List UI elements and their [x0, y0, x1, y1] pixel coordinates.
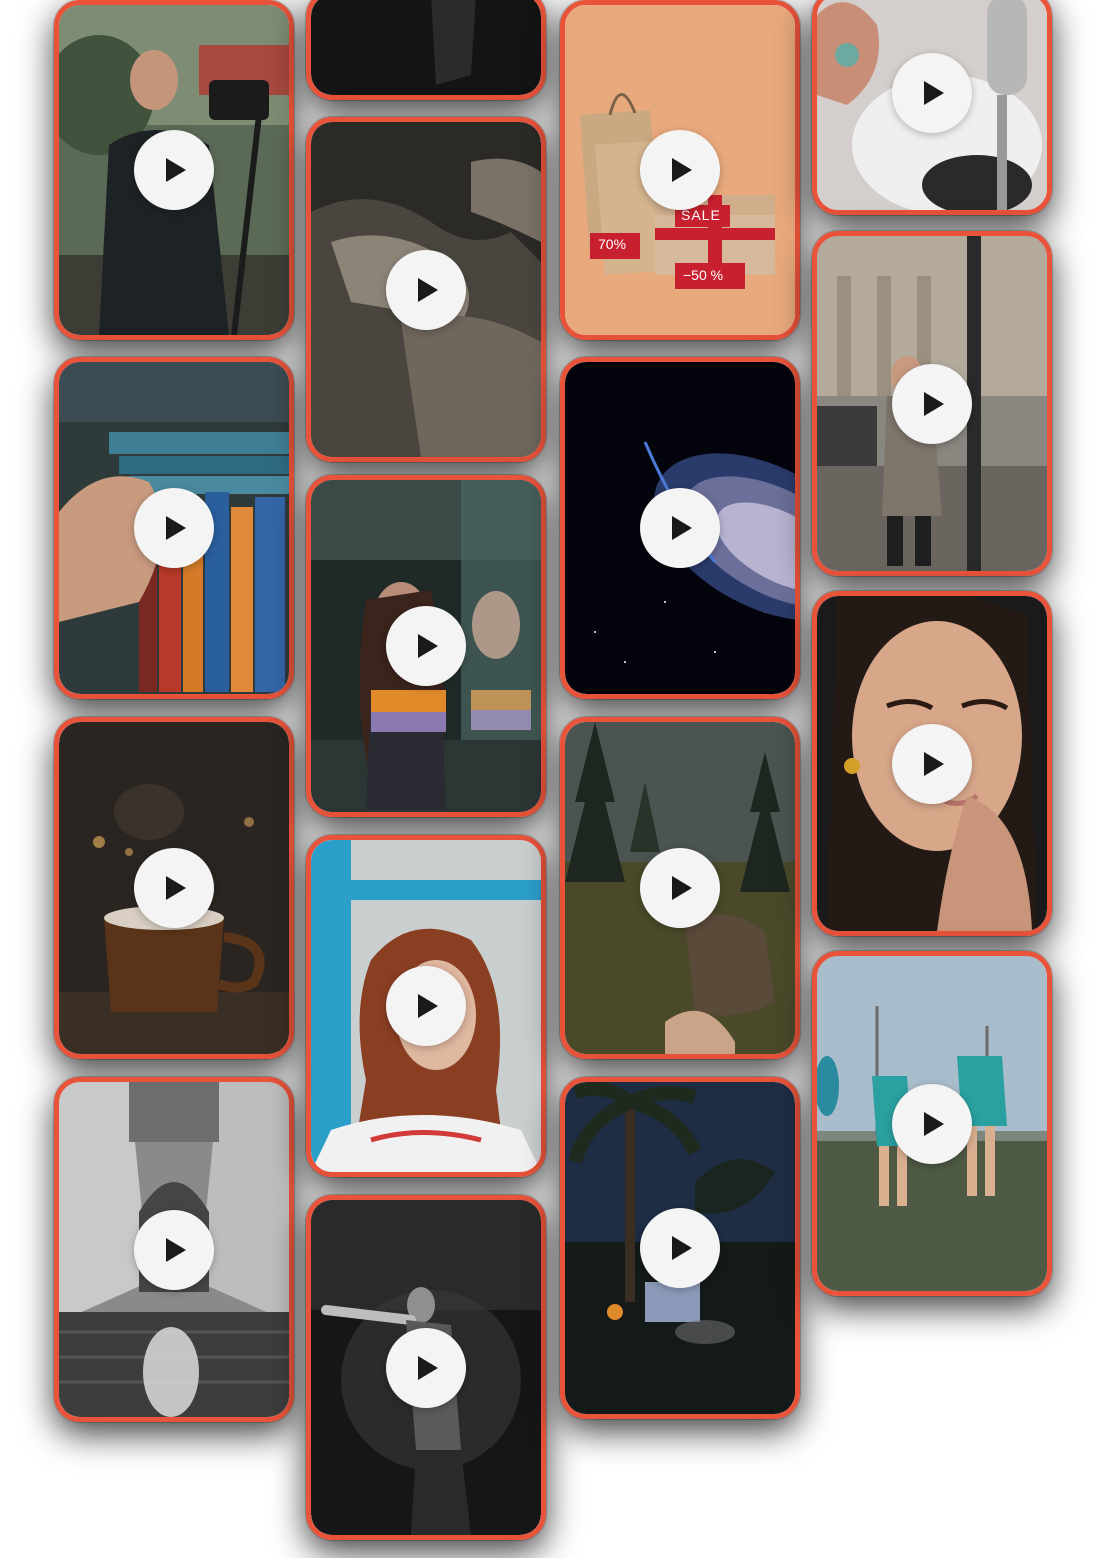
discount-tag-50: −50 % [683, 267, 724, 283]
play-button[interactable] [892, 363, 972, 444]
play-button[interactable] [892, 723, 972, 804]
play-icon [418, 634, 438, 658]
play-button[interactable] [892, 52, 972, 133]
play-button[interactable] [640, 130, 720, 210]
play-button[interactable] [386, 606, 466, 686]
play-button[interactable] [640, 848, 720, 928]
play-button[interactable] [134, 130, 214, 210]
play-icon [418, 277, 438, 302]
video-card-street[interactable] [812, 231, 1052, 576]
play-button[interactable] [640, 1208, 720, 1288]
video-card-performer[interactable] [306, 1195, 546, 1540]
video-card-football[interactable] [812, 951, 1052, 1296]
play-button[interactable] [386, 1327, 466, 1408]
play-icon [166, 516, 186, 540]
play-button[interactable] [134, 848, 214, 928]
play-icon [924, 80, 944, 105]
play-button[interactable] [892, 1083, 972, 1164]
video-card-forest[interactable] [560, 717, 800, 1059]
play-icon [166, 158, 186, 182]
video-card-cocoa[interactable] [54, 717, 294, 1059]
video-card-books[interactable] [54, 357, 294, 699]
play-button[interactable] [134, 1209, 214, 1290]
video-card-sale[interactable]: SALE 70% −50 % [560, 0, 800, 340]
play-button[interactable] [640, 488, 720, 568]
video-card-space[interactable] [560, 357, 800, 699]
play-icon [418, 994, 438, 1018]
play-icon [672, 876, 692, 900]
video-card-hands[interactable] [306, 117, 546, 462]
video-card-portrait-redhead[interactable] [306, 835, 546, 1177]
play-icon [924, 751, 944, 776]
play-icon [418, 1355, 438, 1380]
video-thumbnail [311, 0, 541, 95]
play-icon [166, 876, 186, 900]
play-button[interactable] [386, 966, 466, 1046]
discount-tag-70: 70% [598, 236, 627, 252]
video-card-portrait[interactable] [812, 591, 1052, 936]
video-gallery: SALE 70% −50 % [0, 0, 1120, 1558]
play-icon [672, 516, 692, 540]
play-icon [672, 158, 692, 182]
video-card-cameraman[interactable] [54, 0, 294, 340]
play-icon [166, 1237, 186, 1262]
play-button[interactable] [386, 249, 466, 330]
play-icon [924, 391, 944, 416]
video-card-campfire[interactable] [560, 1077, 800, 1419]
video-card-microphone[interactable] [812, 0, 1052, 215]
play-icon [672, 1236, 692, 1260]
video-card-architecture[interactable] [54, 1077, 294, 1422]
play-button[interactable] [134, 488, 214, 568]
play-icon [924, 1111, 944, 1136]
video-card-dark-figure[interactable] [306, 0, 546, 100]
sale-tag: SALE [681, 207, 721, 223]
video-card-reflection[interactable] [306, 475, 546, 817]
